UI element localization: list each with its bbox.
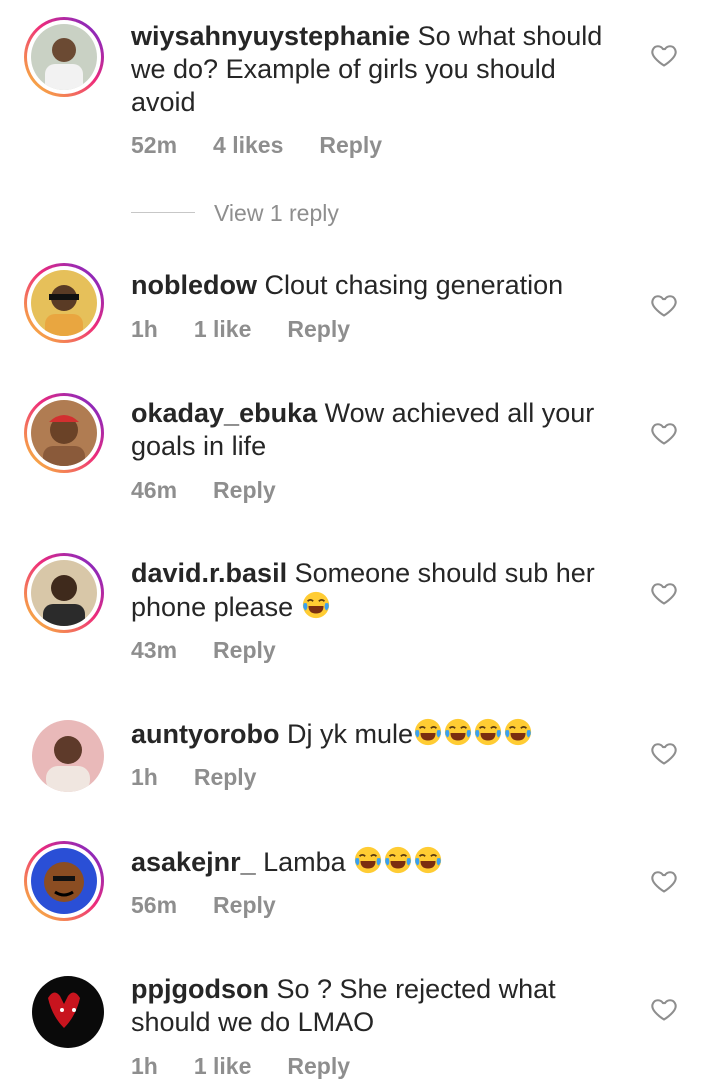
avatar[interactable]: [24, 393, 104, 473]
face-with-tears-of-joy-emoji: [383, 845, 413, 875]
comment-time: 43m: [131, 637, 178, 663]
face-with-tears-of-joy-emoji: [443, 717, 473, 747]
comment-time: 56m: [131, 892, 178, 918]
comment-meta: 43m Reply: [131, 637, 312, 664]
view-replies-label[interactable]: View 1 reply: [214, 200, 339, 227]
face-with-tears-of-joy-emoji: [473, 717, 503, 747]
comment-body: Lamba: [263, 847, 346, 877]
comment-time: 1h: [131, 1053, 158, 1079]
reply-button[interactable]: Reply: [319, 132, 382, 158]
reply-button[interactable]: Reply: [213, 892, 276, 918]
comment-likes[interactable]: 4 likes: [213, 132, 283, 158]
heart-outline-icon[interactable]: [650, 291, 678, 319]
heart-outline-icon[interactable]: [650, 41, 678, 69]
reply-button[interactable]: Reply: [213, 477, 276, 503]
comment-time: 1h: [131, 764, 158, 790]
divider: [131, 212, 195, 213]
face-with-tears-of-joy-emoji: [301, 590, 331, 620]
comment-username[interactable]: asakejnr_: [131, 847, 256, 877]
reply-button[interactable]: Reply: [287, 316, 350, 342]
heart-outline-icon[interactable]: [650, 995, 678, 1023]
reply-button[interactable]: Reply: [194, 764, 257, 790]
reply-button[interactable]: Reply: [213, 637, 276, 663]
comment-time: 1h: [131, 316, 158, 342]
face-with-tears-of-joy-emoji: [353, 845, 383, 875]
comment-meta: 1h 1 like Reply: [131, 316, 386, 343]
comment-username[interactable]: okaday_ebuka: [131, 398, 317, 428]
comment-text: auntyorobo Dj yk mule: [131, 717, 616, 751]
comment-meta: 1h 1 like Reply: [131, 1053, 386, 1080]
avatar[interactable]: [24, 968, 104, 1048]
comment-text: asakejnr_ Lamba: [131, 845, 616, 879]
avatar[interactable]: [24, 841, 104, 921]
comment-time: 46m: [131, 477, 178, 503]
comment-body: Clout chasing generation: [264, 270, 564, 300]
heart-outline-icon[interactable]: [650, 867, 678, 895]
avatar[interactable]: [24, 712, 104, 792]
comment-meta: 46m Reply: [131, 477, 312, 504]
reply-button[interactable]: Reply: [287, 1053, 350, 1079]
comment-likes[interactable]: 1 like: [194, 316, 252, 342]
comment-meta: 56m Reply: [131, 892, 312, 919]
comment-username[interactable]: nobledow: [131, 270, 257, 300]
heart-outline-icon[interactable]: [650, 739, 678, 767]
comment-meta: 52m 4 likes Reply: [131, 132, 418, 159]
comment-body: Dj yk mule: [287, 719, 414, 749]
comment-username[interactable]: auntyorobo: [131, 719, 280, 749]
face-with-tears-of-joy-emoji: [503, 717, 533, 747]
comment-time: 52m: [131, 132, 178, 158]
comment-text: david.r.basil Someone should sub her pho…: [131, 557, 616, 624]
comment-username[interactable]: ppjgodson: [131, 974, 269, 1004]
comment-text: wiysahnyuystephanie So what should we do…: [131, 20, 616, 119]
comment-text: okaday_ebuka Wow achieved all your goals…: [131, 397, 616, 463]
avatar[interactable]: [24, 263, 104, 343]
comment-username[interactable]: david.r.basil: [131, 558, 287, 588]
face-with-tears-of-joy-emoji: [413, 845, 443, 875]
comment-username[interactable]: wiysahnyuystephanie: [131, 21, 410, 51]
avatar[interactable]: [24, 17, 104, 97]
face-with-tears-of-joy-emoji: [413, 717, 443, 747]
heart-outline-icon[interactable]: [650, 419, 678, 447]
heart-outline-icon[interactable]: [650, 579, 678, 607]
comment-text: nobledow Clout chasing generation: [131, 269, 616, 302]
comment-likes[interactable]: 1 like: [194, 1053, 252, 1079]
comment-text: ppjgodson So ? She rejected what should …: [131, 973, 616, 1039]
avatar[interactable]: [24, 553, 104, 633]
comment-meta: 1h Reply: [131, 764, 292, 791]
